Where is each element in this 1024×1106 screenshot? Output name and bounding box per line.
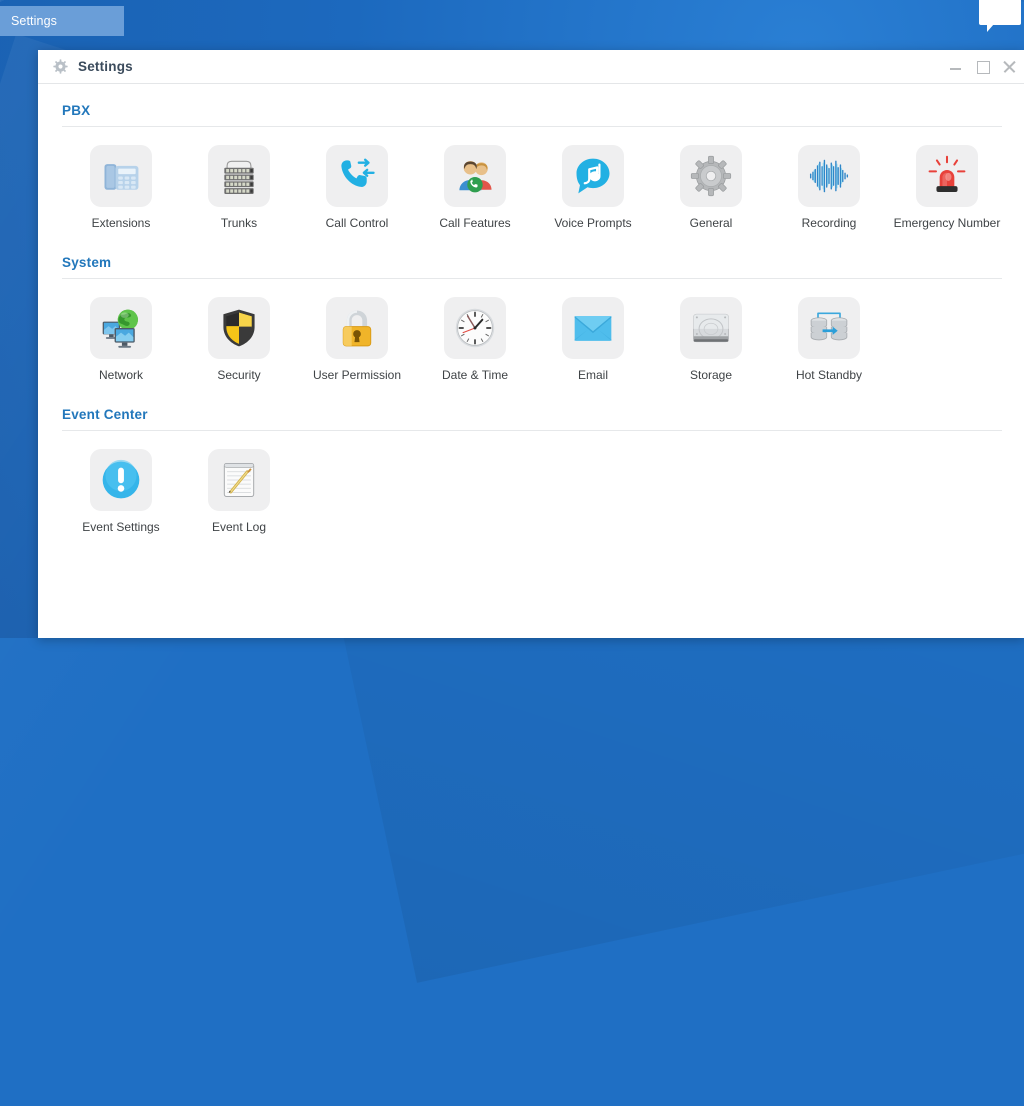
settings-item-security[interactable]: Security	[180, 297, 298, 383]
minimize-icon[interactable]	[949, 60, 962, 73]
settings-item-label: Event Settings	[82, 520, 160, 534]
settings-item-label: Call Control	[325, 216, 389, 230]
taskbar: Settings	[0, 0, 1024, 36]
section-title-event-center: Event Center	[62, 407, 148, 422]
settings-item-label: Security	[217, 368, 261, 382]
settings-item-storage[interactable]: Storage	[652, 297, 770, 383]
database-sync-icon	[798, 297, 860, 359]
settings-item-label: Email	[577, 368, 608, 382]
settings-item-label: Voice Prompts	[554, 216, 632, 230]
monitors-globe-icon	[90, 297, 152, 359]
clock-icon	[444, 297, 506, 359]
window-controls	[949, 50, 1016, 83]
users-call-icon	[444, 145, 506, 207]
settings-item-label: Storage	[689, 368, 733, 382]
close-icon[interactable]	[1003, 60, 1016, 73]
window-titlebar: Settings	[38, 50, 1024, 83]
settings-item-general[interactable]: General	[652, 145, 770, 231]
shield-icon	[208, 297, 270, 359]
patch-panel-icon	[208, 145, 270, 207]
section-pbx: PBX Extensions Trunks Call Control Call …	[62, 103, 1002, 237]
settings-item-label: Emergency Number	[893, 216, 1001, 230]
settings-item-label: User Permission	[312, 368, 402, 382]
hard-disk-icon	[680, 297, 742, 359]
window-title: Settings	[78, 59, 133, 74]
event-center-icon-grid: Event Settings Event Log	[62, 435, 1002, 535]
siren-light-icon	[916, 145, 978, 207]
settings-content: PBX Extensions Trunks Call Control Call …	[40, 84, 1024, 638]
settings-item-emergency-number[interactable]: Emergency Number	[888, 145, 1006, 231]
section-title-system: System	[62, 255, 112, 270]
settings-item-label: Recording	[801, 216, 857, 230]
envelope-icon	[562, 297, 624, 359]
exclamation-circle-icon	[90, 449, 152, 511]
settings-item-call-control[interactable]: Call Control	[298, 145, 416, 231]
settings-item-event-log[interactable]: Event Log	[180, 449, 298, 535]
settings-item-label: Call Features	[439, 216, 511, 230]
settings-item-label: General	[689, 216, 733, 230]
settings-item-label: Trunks	[220, 216, 258, 230]
padlock-icon	[326, 297, 388, 359]
settings-item-event-settings[interactable]: Event Settings	[62, 449, 180, 535]
window-body: PBX Extensions Trunks Call Control Call …	[38, 84, 1024, 638]
maximize-icon[interactable]	[976, 60, 990, 74]
section-event-center: Event Center Event Settings Event Log	[62, 407, 1002, 535]
pbx-icon-grid: Extensions Trunks Call Control Call Feat…	[62, 131, 1002, 237]
settings-item-call-features[interactable]: Call Features	[416, 145, 534, 231]
call-transfer-icon	[326, 145, 388, 207]
waveform-icon	[798, 145, 860, 207]
system-icon-grid: Network Security User Permission Date & …	[62, 283, 1002, 389]
settings-item-date-time[interactable]: Date & Time	[416, 297, 534, 383]
settings-item-trunks[interactable]: Trunks	[180, 145, 298, 231]
settings-item-label: Hot Standby	[795, 368, 863, 382]
section-divider	[62, 430, 1002, 431]
section-divider	[62, 278, 1002, 279]
taskbar-item-settings[interactable]: Settings	[0, 6, 124, 36]
settings-item-voice-prompts[interactable]: Voice Prompts	[534, 145, 652, 231]
settings-item-recording[interactable]: Recording	[770, 145, 888, 231]
settings-window: Settings PBX Extensions Trunks Call Cont…	[38, 50, 1024, 638]
desk-phone-icon	[90, 145, 152, 207]
settings-item-email[interactable]: Email	[534, 297, 652, 383]
settings-item-extensions[interactable]: Extensions	[62, 145, 180, 231]
speech-bubble-icon[interactable]	[979, 0, 1021, 32]
settings-item-label: Event Log	[211, 520, 267, 534]
settings-item-label: Date & Time	[441, 368, 509, 382]
section-divider	[62, 126, 1002, 127]
gear-icon	[53, 59, 68, 74]
settings-item-label: Extensions	[91, 216, 151, 230]
section-title-pbx: PBX	[62, 103, 91, 118]
settings-item-hot-standby[interactable]: Hot Standby	[770, 297, 888, 383]
settings-item-user-permission[interactable]: User Permission	[298, 297, 416, 383]
settings-item-network[interactable]: Network	[62, 297, 180, 383]
music-note-bubble-icon	[562, 145, 624, 207]
notepad-pencil-icon	[208, 449, 270, 511]
settings-item-label: Network	[98, 368, 143, 382]
section-system: System Network Security User Permission …	[62, 255, 1002, 389]
gear-icon	[680, 145, 742, 207]
